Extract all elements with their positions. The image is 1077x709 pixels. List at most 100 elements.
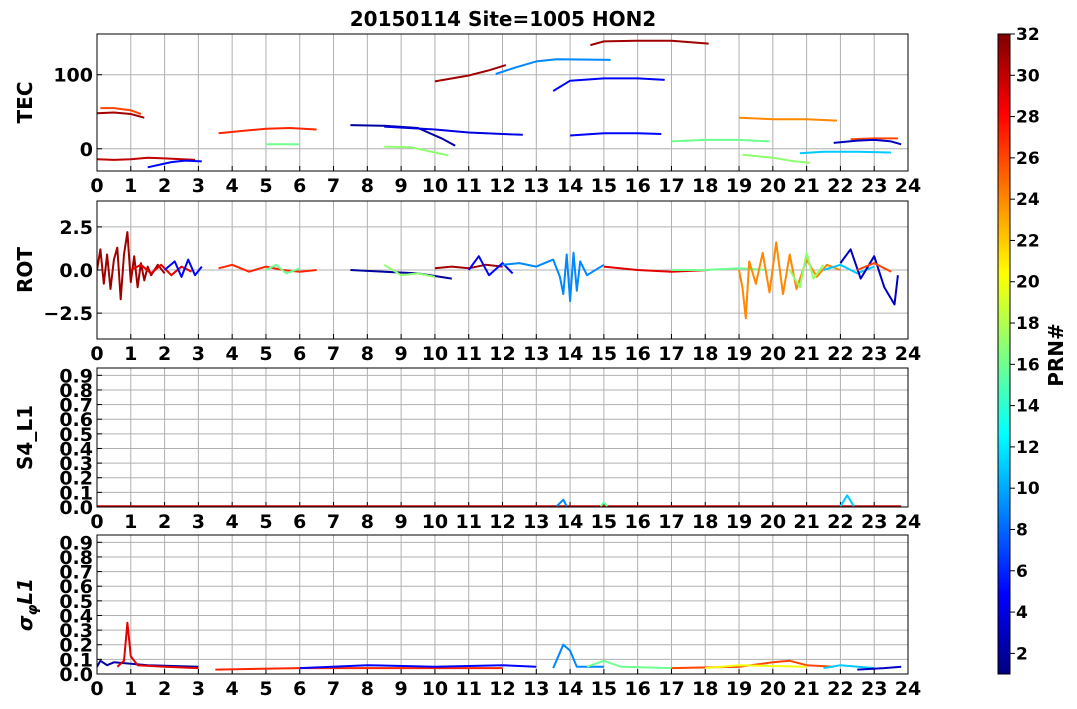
x-tick-label: 4	[226, 678, 239, 700]
x-tick-label: 8	[361, 678, 374, 700]
x-tick-label: 9	[395, 343, 408, 365]
x-tick-label: 19	[726, 343, 752, 365]
x-tick-label: 14	[557, 511, 583, 533]
series-prn-11	[839, 494, 855, 507]
x-tick-label: 10	[422, 343, 448, 365]
x-tick-label: 6	[293, 343, 306, 365]
x-tick-label: 13	[523, 175, 549, 197]
y-tick-label: 0.0	[59, 260, 93, 282]
x-tick-label: 9	[395, 175, 408, 197]
colorbar-tick-label: 14	[1016, 397, 1040, 417]
x-tick-label: 5	[259, 678, 272, 700]
figure: 20150114 Site=1005 HON2 0 1 2 3 4 5 6 7 8 9 10 11 12…	[13, 7, 1068, 700]
y-tick-label: −2.5	[43, 303, 93, 325]
x-tick-label: 24	[895, 343, 921, 365]
x-tick-label: 22	[827, 511, 853, 533]
x-tick-label: 11	[455, 343, 481, 365]
x-tick-label: 20	[760, 511, 786, 533]
x-tick-label: 24	[895, 511, 921, 533]
y-tick-label: 0.9	[59, 365, 93, 387]
x-tick-label: 11	[455, 175, 481, 197]
x-tick-label: 12	[489, 678, 515, 700]
series-group	[97, 231, 899, 320]
x-tick-label: 11	[455, 678, 481, 700]
colorbar-tick-label: 30	[1016, 66, 1040, 86]
x-tick-label: 21	[793, 511, 819, 533]
x-tick-label: 3	[192, 511, 205, 533]
x-tick-label: 20	[760, 175, 786, 197]
x-tick-label: 22	[827, 343, 853, 365]
x-tick-label: 2	[158, 175, 171, 197]
colorbar-tick-label: 10	[1016, 479, 1040, 499]
x-tick-label: 17	[658, 678, 684, 700]
series-prn-9	[495, 58, 611, 75]
x-tick-label: 5	[259, 175, 272, 197]
colorbar-tick-label: 12	[1016, 438, 1040, 458]
series-prn-27	[215, 667, 503, 671]
y-axis-label: ROT	[13, 247, 37, 293]
x-tick-label: 3	[192, 343, 205, 365]
x-tick-label: 15	[591, 343, 617, 365]
x-tick-label: 7	[327, 511, 340, 533]
series-group	[97, 494, 902, 507]
panels: 0 1 2 3 4 5 6 7 8 9 10 11 12 13 14 15 16 17 18 19 20 21 22 23 24…	[13, 33, 921, 700]
x-tick-label: 23	[861, 343, 887, 365]
series-prn-17	[742, 153, 811, 164]
series-prn-9	[502, 251, 605, 303]
x-tick-label: 22	[827, 175, 853, 197]
x-tick-label: 0	[90, 175, 103, 197]
x-tick-label: 13	[523, 343, 549, 365]
series-prn-3	[833, 138, 902, 146]
x-tick-label: 2	[158, 343, 171, 365]
colorbar-tick-label: 2	[1016, 644, 1028, 664]
series-prn-29	[116, 621, 199, 670]
x-tick-label: 12	[489, 511, 515, 533]
x-tick-label: 12	[489, 175, 515, 197]
x-tick-label: 9	[395, 678, 408, 700]
x-tick-label: 20	[760, 678, 786, 700]
x-tick-label: 23	[861, 511, 887, 533]
colorbar-tick-label: 18	[1016, 314, 1040, 334]
x-tick-label: 17	[658, 175, 684, 197]
x-tick-label: 13	[523, 678, 549, 700]
x-tick-label: 0	[90, 343, 103, 365]
x-tick-label: 10	[422, 511, 448, 533]
x-tick-label: 16	[624, 678, 650, 700]
x-tick-label: 10	[422, 678, 448, 700]
series-prn-16	[671, 138, 770, 143]
series-prn-17	[383, 263, 436, 278]
x-tick-label: 6	[293, 175, 306, 197]
colorbar-tick-label: 16	[1016, 355, 1040, 375]
x-tick-label: 20	[760, 343, 786, 365]
colorbar-ticks: 2468101214161820222426283032	[1010, 25, 1040, 664]
series-prn-26	[671, 659, 834, 670]
x-tick-label: 1	[124, 343, 137, 365]
x-tick-label: 7	[327, 175, 340, 197]
series-prn-20	[705, 664, 807, 670]
x-tick-label: 19	[726, 678, 752, 700]
x-tick-label: 24	[895, 678, 921, 700]
x-tick-label: 14	[557, 343, 583, 365]
x-tick-label: 7	[327, 343, 340, 365]
x-tick-label: 22	[827, 678, 853, 700]
series-prn-11	[799, 150, 892, 155]
x-tick-label: 16	[624, 175, 650, 197]
series-prn-24	[738, 116, 838, 122]
x-tick-label: 18	[692, 678, 718, 700]
panel-tec: 0 1 2 3 4 5 6 7 8 9 10 11 12 13 14 15 16 17 18 19 20 21 22 23 24…	[13, 33, 921, 197]
colorbar-tick-label: 24	[1016, 190, 1040, 210]
x-tick-label: 4	[226, 343, 239, 365]
colorbar: 2468101214161820222426283032 PRN#	[997, 25, 1068, 675]
x-tick-label: 11	[455, 511, 481, 533]
x-tick-label: 14	[557, 175, 583, 197]
x-tick-label: 4	[226, 175, 239, 197]
x-tick-label: 5	[259, 511, 272, 533]
x-tick-label: 19	[726, 511, 752, 533]
series-prn-31	[590, 39, 709, 47]
x-tick-label: 5	[259, 343, 272, 365]
x-tick-label: 3	[192, 678, 205, 700]
x-tick-label: 14	[557, 678, 583, 700]
x-tick-label: 15	[591, 175, 617, 197]
x-tick-label: 21	[793, 175, 819, 197]
y-axis-label: TEC	[13, 82, 37, 124]
